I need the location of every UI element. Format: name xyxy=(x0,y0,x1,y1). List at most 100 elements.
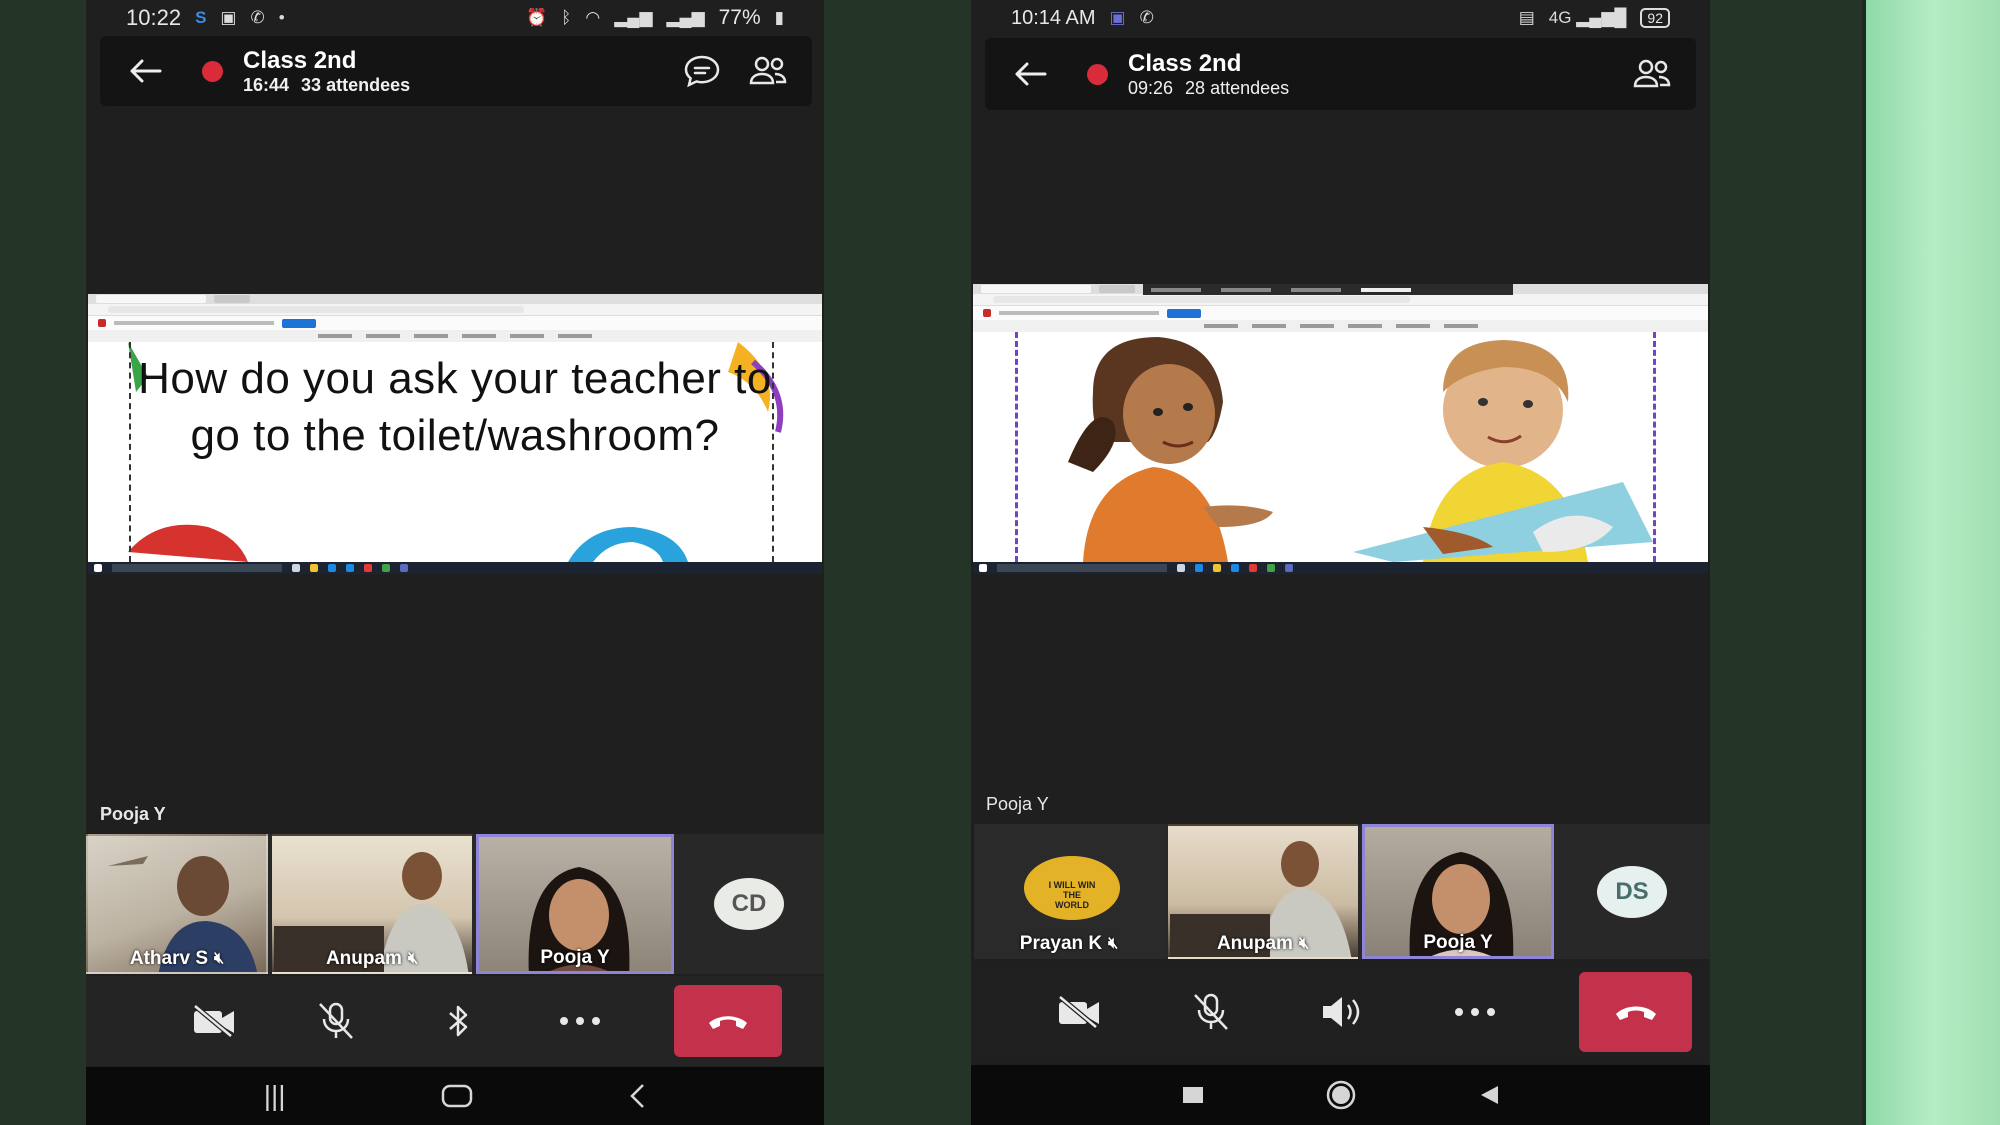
recent-apps-button[interactable]: ||| xyxy=(264,1080,286,1112)
muted-icon: 🔇︎ xyxy=(407,950,419,967)
people-icon xyxy=(749,56,787,85)
mic-off-icon xyxy=(1194,993,1228,1030)
camera-toggle-button[interactable] xyxy=(1051,984,1107,1040)
recent-apps-icon xyxy=(1182,1087,1203,1103)
battery-indicator: 92 xyxy=(1640,8,1670,28)
participant-name: Pooja Y xyxy=(1423,932,1493,953)
recent-apps-icon: ||| xyxy=(263,1080,286,1111)
bluetooth-status-icon: ᛒ xyxy=(561,8,572,27)
participants-button[interactable] xyxy=(1630,52,1674,96)
camera-off-icon xyxy=(193,1004,234,1038)
participant-tile-active[interactable]: Pooja Y xyxy=(1362,824,1554,959)
meeting-title: Class 2nd xyxy=(243,46,357,74)
call-icon: ✆ xyxy=(250,8,265,27)
mic-toggle-button[interactable] xyxy=(308,993,364,1049)
nav-back-button[interactable] xyxy=(628,1083,646,1109)
avatar-shirt-text: I WILL WIN THE WORLD xyxy=(1048,880,1096,910)
shared-screen: How do you ask your teacher to go to the… xyxy=(88,294,822,574)
battery-icon: ▮ xyxy=(774,8,784,27)
gallery-icon: ▣ xyxy=(220,8,237,27)
children-illustration xyxy=(1068,337,1653,562)
home-button[interactable] xyxy=(1325,1079,1357,1111)
participant-tile-active[interactable]: Pooja Y xyxy=(476,834,674,974)
nav-back-button[interactable] xyxy=(1478,1084,1500,1106)
teams-icon: ▣ xyxy=(1109,8,1126,27)
participant-tile[interactable]: Atharv S 🔇︎ xyxy=(86,834,268,974)
avatar-photo: I WILL WIN THE WORLD xyxy=(1024,856,1120,920)
volte-icon: ▤ xyxy=(1518,8,1535,27)
more-options-button[interactable] xyxy=(1447,984,1503,1040)
participant-tile[interactable]: I WILL WIN THE WORLD Prayan K 🔇︎ xyxy=(974,824,1164,959)
participant-name: Atharv S xyxy=(129,948,209,969)
windows-taskbar xyxy=(973,562,1708,574)
shared-screen xyxy=(973,284,1708,574)
meeting-header: Class 2nd 16:44 33 attendees xyxy=(100,36,812,106)
more-icon xyxy=(1455,1008,1495,1016)
slide-content: How do you ask your teacher to go to the… xyxy=(88,342,822,562)
avatar: CD xyxy=(714,878,784,930)
meeting-info: Class 2nd 09:26 28 attendees xyxy=(1128,50,1630,99)
nav-back-icon xyxy=(630,1084,645,1108)
home-icon xyxy=(441,1084,473,1108)
slide-border-right xyxy=(1653,332,1656,562)
recording-indicator xyxy=(202,60,223,82)
more-options-button[interactable] xyxy=(552,993,608,1049)
participants-button[interactable] xyxy=(746,49,790,93)
participant-tile[interactable]: DS xyxy=(1558,824,1706,959)
home-button[interactable] xyxy=(441,1084,473,1108)
end-call-icon xyxy=(709,1016,747,1029)
phone-screen-right: 10:14 AM ▣ ✆ ▤ 4G ▂▄▆█ 92 Class 2nd 09:2… xyxy=(971,0,1710,1125)
active-speaker-label: Pooja Y xyxy=(986,794,1049,814)
back-button[interactable] xyxy=(100,59,190,83)
active-speaker-label: Pooja Y xyxy=(100,804,166,824)
windows-taskbar xyxy=(88,562,822,574)
android-nav-bar xyxy=(971,1065,1710,1125)
participant-tiles: Atharv S 🔇︎ Anupam 🔇︎ Pooja Y CD xyxy=(86,834,824,974)
meeting-duration: 16:44 xyxy=(243,74,290,95)
participant-tiles: I WILL WIN THE WORLD Prayan K 🔇︎ Anupam 🔇︎… xyxy=(974,824,1710,959)
signal-icon-2: ▂▄▆ xyxy=(666,8,705,27)
bluetooth-button[interactable] xyxy=(430,993,486,1049)
slide-illustration xyxy=(973,332,1708,562)
dot-icon: • xyxy=(278,8,285,27)
avatar: DS xyxy=(1597,865,1667,918)
battery-percent: 77% xyxy=(718,6,761,29)
participant-name: Pooja Y xyxy=(540,947,610,968)
muted-icon: 🔇︎ xyxy=(214,950,225,967)
end-call-button[interactable] xyxy=(674,985,782,1057)
home-icon xyxy=(1326,1080,1355,1110)
status-bar: 10:22 S ▣ ✆ • ⏰ ᛒ ◠ ▂▄▆ ▂▄▆ 77% ▮ xyxy=(86,0,824,36)
presenting-toolbar xyxy=(1143,284,1513,295)
slide-question: How do you ask your teacher to go to the… xyxy=(138,354,772,460)
speaker-icon xyxy=(1323,997,1360,1027)
back-arrow-icon xyxy=(1015,62,1047,86)
background-green-panel xyxy=(1866,0,2000,1125)
people-icon xyxy=(1633,59,1671,88)
back-button[interactable] xyxy=(985,62,1075,86)
call-controls xyxy=(86,976,824,1066)
participant-tile[interactable]: Anupam 🔇︎ xyxy=(1168,824,1358,959)
alarm-icon: ⏰ xyxy=(525,8,548,27)
muted-icon: 🔇︎ xyxy=(1298,935,1310,952)
camera-toggle-button[interactable] xyxy=(186,993,242,1049)
speaker-button[interactable] xyxy=(1315,984,1371,1040)
bluetooth-icon xyxy=(449,1005,468,1037)
recording-indicator xyxy=(1087,63,1108,85)
chat-button[interactable] xyxy=(680,49,724,93)
meeting-header: Class 2nd 09:26 28 attendees xyxy=(985,38,1696,110)
status-time: 10:14 AM xyxy=(1011,6,1096,29)
mic-toggle-button[interactable] xyxy=(1183,984,1239,1040)
participant-name: Prayan K xyxy=(1019,933,1103,954)
android-nav-bar: ||| xyxy=(86,1067,824,1125)
call-controls xyxy=(971,962,1710,1062)
end-call-button[interactable] xyxy=(1579,972,1692,1052)
participant-tile[interactable]: Anupam 🔇︎ xyxy=(272,834,472,974)
signal-icon: 4G ▂▄▆█ xyxy=(1548,8,1627,27)
participant-tile[interactable]: CD xyxy=(678,834,820,974)
end-call-icon xyxy=(1615,1006,1656,1020)
recent-apps-button[interactable] xyxy=(1182,1086,1204,1104)
attendee-count: 33 attendees xyxy=(301,74,411,95)
skype-icon: S xyxy=(195,8,207,27)
back-arrow-icon xyxy=(130,59,162,83)
nav-back-icon xyxy=(1480,1086,1498,1104)
